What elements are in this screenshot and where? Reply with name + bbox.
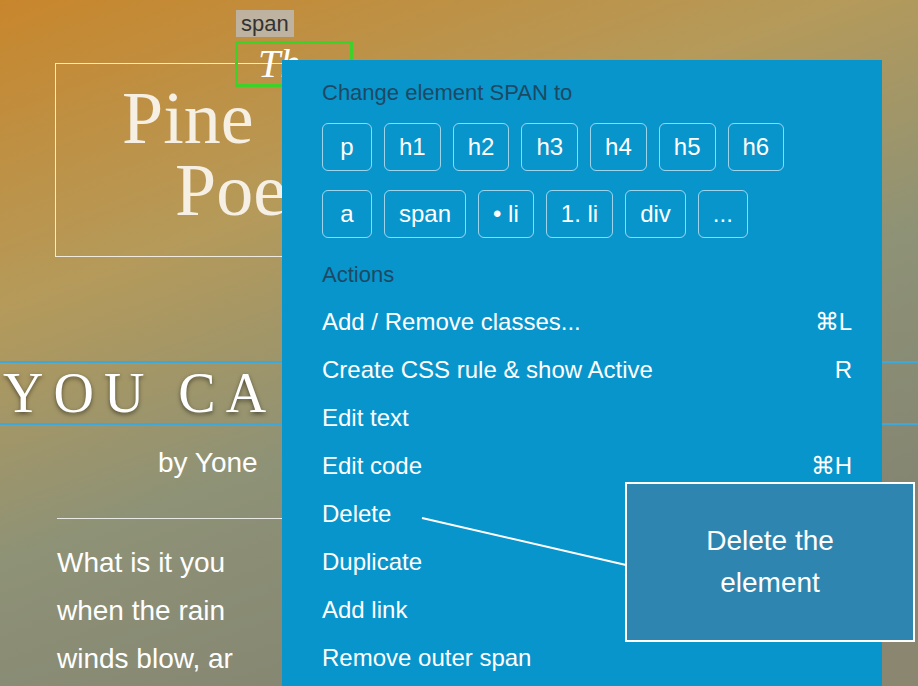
element-type-row: aspan• li1. lidiv... <box>322 190 852 238</box>
callout: Delete the element <box>625 482 915 642</box>
menu-header: Change element SPAN to <box>322 78 852 108</box>
element-type-button[interactable]: div <box>625 190 686 238</box>
shortcut: R <box>835 352 852 388</box>
element-type-button[interactable]: a <box>322 190 372 238</box>
element-type-button[interactable]: 1. li <box>546 190 613 238</box>
element-type-button[interactable]: h5 <box>659 123 716 171</box>
element-type-button[interactable]: span <box>384 190 466 238</box>
element-type-button[interactable]: h3 <box>521 123 578 171</box>
element-type-grid: ph1h2h3h4h5h6 aspan• li1. lidiv... <box>322 123 852 238</box>
element-type-button[interactable]: p <box>322 123 372 171</box>
divider <box>57 518 297 519</box>
tag-label: span <box>236 10 294 37</box>
shortcut: ⌘H <box>811 448 852 484</box>
element-type-button[interactable]: h2 <box>453 123 510 171</box>
element-type-button[interactable]: • li <box>478 190 534 238</box>
menu-item[interactable]: Create CSS rule & show ActiveR <box>322 346 852 394</box>
screen: PinePoeYOU CAby YoneWhat is it youwhen t… <box>0 0 918 686</box>
element-type-button[interactable]: h6 <box>728 123 785 171</box>
menu-item[interactable]: Add / Remove classes...⌘L <box>322 298 852 346</box>
element-type-button[interactable]: h1 <box>384 123 441 171</box>
menu-item[interactable]: Edit text <box>322 394 852 442</box>
element-type-button[interactable]: h4 <box>590 123 647 171</box>
actions-label: Actions <box>322 260 852 290</box>
shortcut: ⌘L <box>815 304 852 340</box>
element-type-button[interactable]: ... <box>698 190 748 238</box>
element-type-row: ph1h2h3h4h5h6 <box>322 123 852 171</box>
